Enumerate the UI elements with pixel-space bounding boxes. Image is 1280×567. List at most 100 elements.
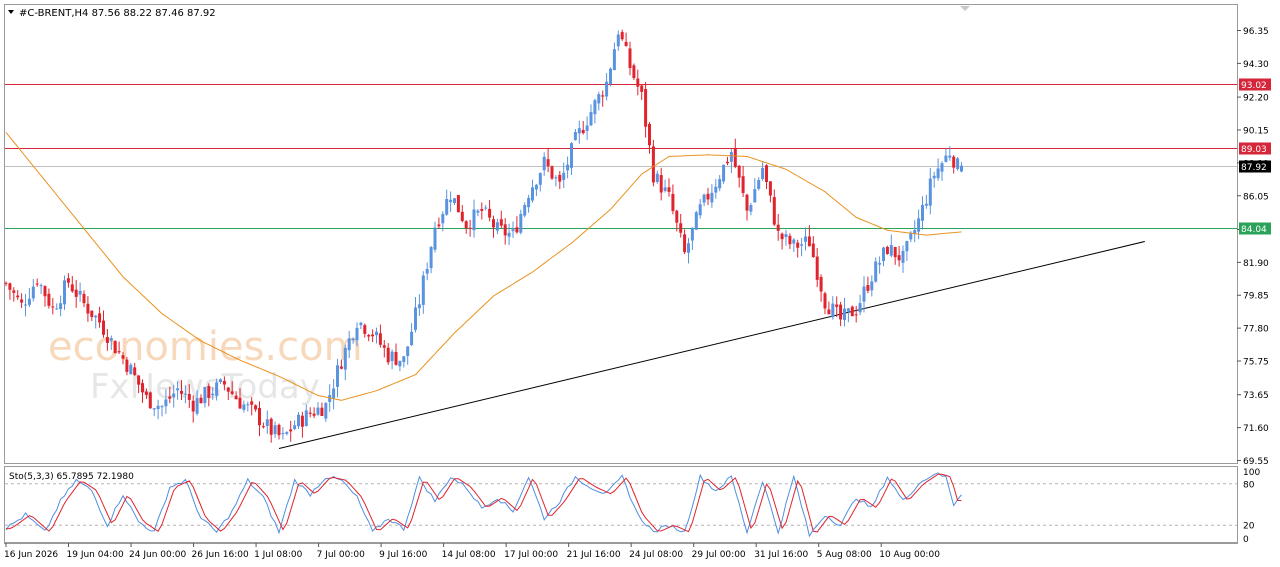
candle-body [492, 219, 495, 228]
candle-body [624, 41, 628, 46]
candle-body [293, 425, 297, 430]
candle-body [51, 306, 55, 308]
candle-body [827, 309, 831, 315]
time-tick-label: 24 Jun 00:00 [129, 550, 186, 560]
candle-body [589, 112, 593, 126]
candle-body [394, 351, 398, 365]
candle-body [948, 155, 952, 158]
candle-body [612, 49, 616, 71]
candle-body [31, 286, 35, 299]
candle-body [726, 161, 729, 164]
candle-body [593, 100, 597, 115]
candle-body [308, 412, 312, 414]
candle-body [866, 285, 870, 291]
candle-body [425, 268, 429, 274]
candle-body [733, 148, 737, 167]
candle-body [897, 255, 901, 261]
candle-body [484, 207, 488, 209]
time-tick-label: 14 Jul 08:00 [442, 550, 496, 560]
candle-body [796, 242, 800, 248]
level-tag-label: 84.04 [1241, 225, 1267, 235]
candle-body [605, 81, 609, 97]
stoch-tick-label: 20 [1243, 522, 1255, 532]
candle-body [694, 212, 698, 230]
candle-body [495, 222, 499, 231]
candle-body [20, 299, 24, 303]
candle-body [421, 275, 425, 305]
time-axis: 16 Jun 2026 19 Jun 04:00 24 Jun 00:00 26 Ju… [4, 543, 940, 560]
candle-body [78, 290, 82, 295]
candle-body [105, 336, 109, 343]
candle-body [531, 187, 534, 201]
candle-body [753, 189, 757, 203]
candle-body [499, 219, 503, 226]
candle-body [125, 359, 129, 372]
candle-body [133, 367, 137, 375]
candle-body [776, 224, 780, 231]
candle-body [390, 351, 394, 362]
candle-body [562, 172, 566, 180]
candle-body [43, 286, 47, 297]
candle-body [59, 303, 63, 310]
candle-body [246, 404, 250, 406]
price-tick-label: 79.85 [1243, 292, 1269, 302]
candle-body [207, 385, 211, 398]
candle-body [148, 392, 152, 409]
stoch-axis: 100 80 20 0 [1243, 468, 1260, 545]
candle-body [289, 429, 293, 432]
candle-body [355, 327, 359, 341]
candle-body [905, 241, 909, 252]
candle-body [8, 283, 12, 290]
candle-body [792, 239, 796, 244]
candle-body [940, 163, 944, 172]
candle-body [570, 143, 573, 168]
candle-body [230, 391, 234, 394]
candle-body [66, 278, 70, 283]
candle-body [203, 387, 207, 404]
candle-body [835, 304, 839, 307]
candle-body [628, 48, 632, 69]
candle-body [601, 95, 605, 97]
candle-body [297, 414, 300, 427]
candle-body [347, 338, 351, 351]
candle-body [800, 244, 804, 246]
candle-body [893, 246, 897, 258]
candle-body [761, 168, 765, 179]
candle-body [636, 78, 640, 87]
candle-body [690, 227, 694, 241]
candle-body [854, 314, 858, 316]
candle-body [141, 383, 144, 393]
time-tick-label: 9 Jul 16:00 [379, 550, 428, 560]
candle-body [960, 165, 963, 172]
candle-body [90, 310, 94, 318]
candle-body [144, 391, 148, 395]
candle-body [921, 204, 924, 221]
candle-body [211, 393, 215, 396]
candle-body [35, 283, 39, 285]
price-tick-label: 94.30 [1243, 60, 1269, 70]
candle-body [316, 407, 320, 415]
candle-body [804, 236, 807, 242]
time-tick-label: 16 Jun 2026 [4, 550, 58, 560]
price-tick-label: 81.90 [1243, 259, 1269, 269]
candle-body [644, 89, 648, 127]
candle-body [433, 227, 437, 250]
candle-body [265, 419, 269, 426]
candle-body [339, 366, 343, 369]
stoch-tick-label: 0 [1243, 535, 1249, 545]
time-tick-label: 10 Aug 00:00 [879, 550, 940, 560]
candle-body [429, 247, 433, 269]
candle-body [823, 293, 827, 309]
time-tick-label: 19 Jun 04:00 [67, 550, 124, 560]
candle-body [156, 405, 160, 410]
candle-body [527, 197, 531, 208]
candle-body [768, 181, 772, 196]
candle-body [741, 176, 745, 193]
candle-body [363, 325, 367, 334]
price-tick-label: 92.20 [1243, 94, 1269, 104]
candle-body [944, 155, 948, 162]
candle-body [538, 173, 542, 185]
candle-body [164, 399, 168, 407]
candle-body [261, 426, 265, 428]
candle-body [215, 382, 219, 396]
